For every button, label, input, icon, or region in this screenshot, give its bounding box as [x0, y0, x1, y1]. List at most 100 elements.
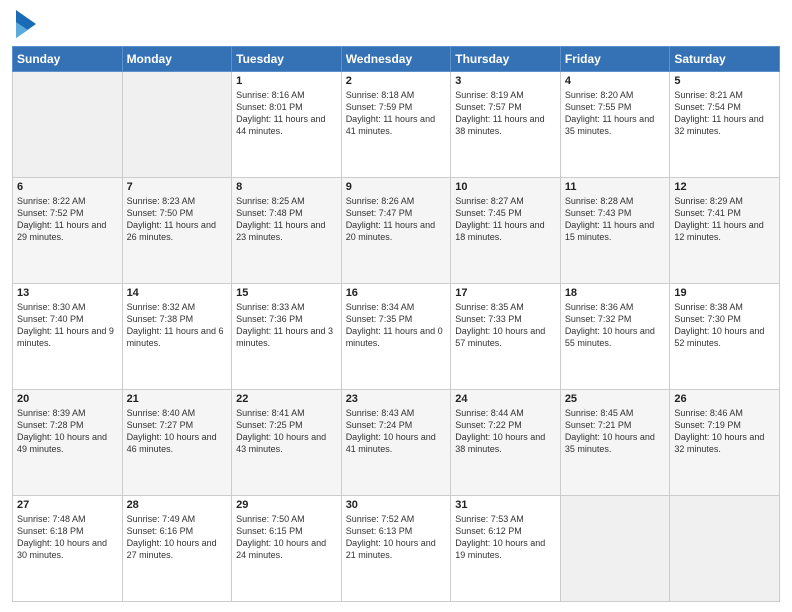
logo-icon — [14, 10, 36, 38]
day-number: 22 — [236, 393, 337, 405]
cell-text: Daylight: 11 hours and 9 minutes. — [17, 325, 118, 349]
cell-text: Sunset: 7:27 PM — [127, 419, 228, 431]
cell-text: Daylight: 11 hours and 0 minutes. — [346, 325, 447, 349]
day-number: 24 — [455, 393, 556, 405]
calendar-cell: 5Sunrise: 8:21 AMSunset: 7:54 PMDaylight… — [670, 72, 780, 178]
calendar-cell — [670, 496, 780, 602]
day-number: 27 — [17, 499, 118, 511]
cell-text: Sunset: 7:45 PM — [455, 207, 556, 219]
cell-text: Sunset: 7:41 PM — [674, 207, 775, 219]
calendar-cell: 29Sunrise: 7:50 AMSunset: 6:15 PMDayligh… — [232, 496, 342, 602]
calendar-cell: 18Sunrise: 8:36 AMSunset: 7:32 PMDayligh… — [560, 284, 670, 390]
cell-text: Sunrise: 8:38 AM — [674, 301, 775, 313]
day-header-monday: Monday — [122, 47, 232, 72]
cell-text: Sunrise: 7:49 AM — [127, 513, 228, 525]
cell-text: Sunrise: 8:45 AM — [565, 407, 666, 419]
day-number: 21 — [127, 393, 228, 405]
cell-text: Sunrise: 8:34 AM — [346, 301, 447, 313]
day-number: 2 — [346, 75, 447, 87]
cell-text: Sunrise: 8:30 AM — [17, 301, 118, 313]
cell-text: Sunrise: 8:35 AM — [455, 301, 556, 313]
calendar-table: SundayMondayTuesdayWednesdayThursdayFrid… — [12, 46, 780, 602]
day-number: 8 — [236, 181, 337, 193]
day-number: 23 — [346, 393, 447, 405]
cell-text: Sunrise: 8:39 AM — [17, 407, 118, 419]
cell-text: Sunrise: 7:52 AM — [346, 513, 447, 525]
day-number: 19 — [674, 287, 775, 299]
cell-text: Sunset: 7:19 PM — [674, 419, 775, 431]
cell-text: Sunrise: 8:41 AM — [236, 407, 337, 419]
cell-text: Sunrise: 7:53 AM — [455, 513, 556, 525]
cell-text: Daylight: 10 hours and 38 minutes. — [455, 431, 556, 455]
calendar-cell: 15Sunrise: 8:33 AMSunset: 7:36 PMDayligh… — [232, 284, 342, 390]
calendar-cell: 19Sunrise: 8:38 AMSunset: 7:30 PMDayligh… — [670, 284, 780, 390]
calendar-cell: 6Sunrise: 8:22 AMSunset: 7:52 PMDaylight… — [13, 178, 123, 284]
calendar-cell: 9Sunrise: 8:26 AMSunset: 7:47 PMDaylight… — [341, 178, 451, 284]
calendar-cell: 30Sunrise: 7:52 AMSunset: 6:13 PMDayligh… — [341, 496, 451, 602]
cell-text: Daylight: 10 hours and 57 minutes. — [455, 325, 556, 349]
calendar-cell: 14Sunrise: 8:32 AMSunset: 7:38 PMDayligh… — [122, 284, 232, 390]
cell-text: Daylight: 11 hours and 20 minutes. — [346, 219, 447, 243]
cell-text: Sunset: 7:57 PM — [455, 101, 556, 113]
day-number: 12 — [674, 181, 775, 193]
cell-text: Daylight: 10 hours and 27 minutes. — [127, 537, 228, 561]
day-number: 7 — [127, 181, 228, 193]
cell-text: Sunset: 6:15 PM — [236, 525, 337, 537]
cell-text: Sunset: 7:43 PM — [565, 207, 666, 219]
cell-text: Daylight: 11 hours and 35 minutes. — [565, 113, 666, 137]
day-number: 20 — [17, 393, 118, 405]
calendar-cell: 10Sunrise: 8:27 AMSunset: 7:45 PMDayligh… — [451, 178, 561, 284]
cell-text: Daylight: 11 hours and 32 minutes. — [674, 113, 775, 137]
calendar-cell: 17Sunrise: 8:35 AMSunset: 7:33 PMDayligh… — [451, 284, 561, 390]
calendar-cell: 16Sunrise: 8:34 AMSunset: 7:35 PMDayligh… — [341, 284, 451, 390]
cell-text: Sunrise: 8:20 AM — [565, 89, 666, 101]
cell-text: Daylight: 10 hours and 35 minutes. — [565, 431, 666, 455]
cell-text: Daylight: 10 hours and 52 minutes. — [674, 325, 775, 349]
calendar-cell: 22 Sunrise: 8:41 AMSunset: 7:25 PMDayligh… — [232, 390, 342, 496]
calendar-cell: 26Sunrise: 8:46 AMSunset: 7:19 PMDayligh… — [670, 390, 780, 496]
calendar-cell: 2Sunrise: 8:18 AMSunset: 7:59 PMDaylight… — [341, 72, 451, 178]
day-header-wednesday: Wednesday — [341, 47, 451, 72]
cell-text: Sunset: 7:28 PM — [17, 419, 118, 431]
day-header-tuesday: Tuesday — [232, 47, 342, 72]
cell-text: Sunset: 7:33 PM — [455, 313, 556, 325]
calendar-cell: 31Sunrise: 7:53 AMSunset: 6:12 PMDayligh… — [451, 496, 561, 602]
cell-text: Daylight: 11 hours and 44 minutes. — [236, 113, 337, 137]
day-number: 25 — [565, 393, 666, 405]
cell-text: Daylight: 11 hours and 18 minutes. — [455, 219, 556, 243]
cell-text: Sunset: 7:25 PM — [236, 419, 337, 431]
cell-text: Sunrise: 8:25 AM — [236, 195, 337, 207]
day-number: 11 — [565, 181, 666, 193]
calendar-cell: 8Sunrise: 8:25 AMSunset: 7:48 PMDaylight… — [232, 178, 342, 284]
cell-text: Sunset: 7:52 PM — [17, 207, 118, 219]
cell-text: Sunset: 7:38 PM — [127, 313, 228, 325]
cell-text: Sunrise: 8:36 AM — [565, 301, 666, 313]
cell-text: Sunrise: 8:21 AM — [674, 89, 775, 101]
day-number: 9 — [346, 181, 447, 193]
calendar-cell: 13Sunrise: 8:30 AMSunset: 7:40 PMDayligh… — [13, 284, 123, 390]
cell-text: Sunrise: 8:18 AM — [346, 89, 447, 101]
page: SundayMondayTuesdayWednesdayThursdayFrid… — [0, 0, 792, 612]
calendar-cell — [13, 72, 123, 178]
cell-text: Sunrise: 8:16 AM — [236, 89, 337, 101]
cell-text: Sunset: 7:50 PM — [127, 207, 228, 219]
cell-text: Sunset: 7:35 PM — [346, 313, 447, 325]
cell-text: Sunset: 8:01 PM — [236, 101, 337, 113]
day-number: 1 — [236, 75, 337, 87]
cell-text: Daylight: 10 hours and 43 minutes. — [236, 431, 337, 455]
day-number: 18 — [565, 287, 666, 299]
cell-text: Daylight: 10 hours and 32 minutes. — [674, 431, 775, 455]
cell-text: Sunset: 6:16 PM — [127, 525, 228, 537]
cell-text: Sunset: 7:47 PM — [346, 207, 447, 219]
calendar-cell: 28Sunrise: 7:49 AMSunset: 6:16 PMDayligh… — [122, 496, 232, 602]
day-number: 6 — [17, 181, 118, 193]
cell-text: Daylight: 11 hours and 41 minutes. — [346, 113, 447, 137]
day-number: 10 — [455, 181, 556, 193]
cell-text: Daylight: 11 hours and 26 minutes. — [127, 219, 228, 243]
cell-text: Sunrise: 7:50 AM — [236, 513, 337, 525]
logo — [12, 10, 36, 38]
cell-text: Sunset: 7:21 PM — [565, 419, 666, 431]
calendar-cell — [560, 496, 670, 602]
day-number: 4 — [565, 75, 666, 87]
day-number: 30 — [346, 499, 447, 511]
